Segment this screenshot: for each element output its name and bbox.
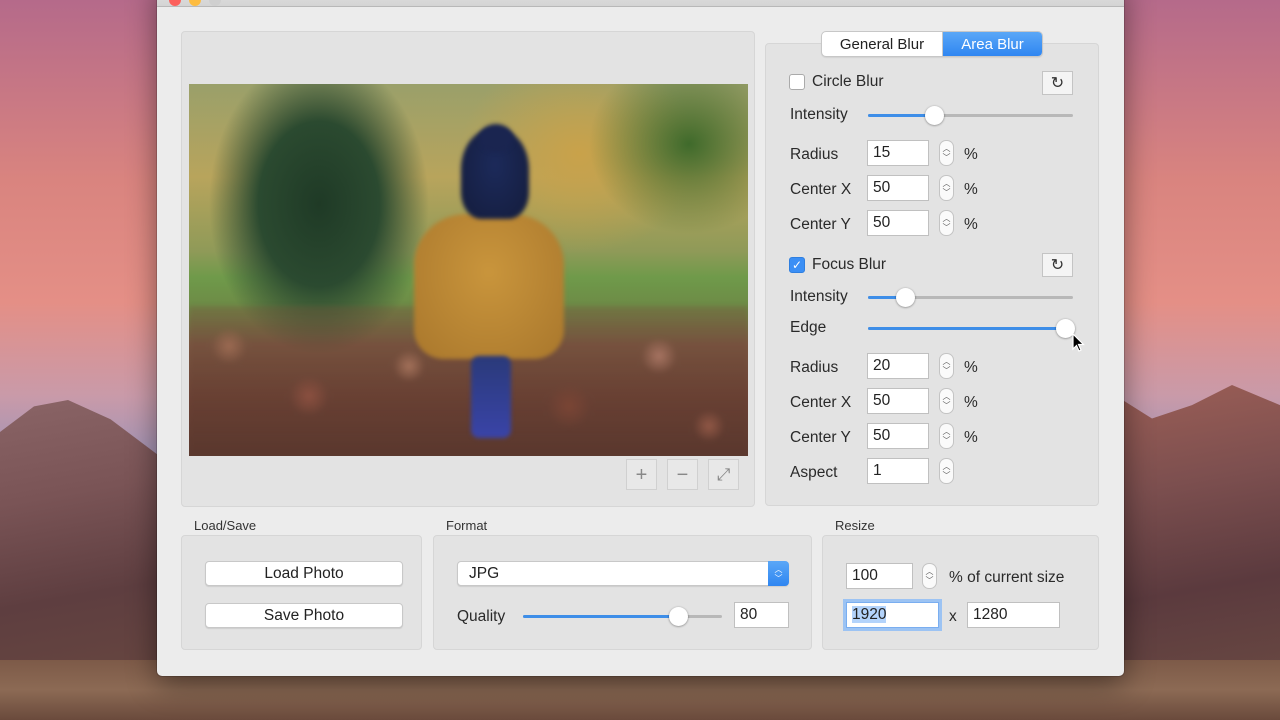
photo-hat-pompom <box>479 124 513 152</box>
resize-width-input[interactable]: 1920 <box>846 602 939 628</box>
focus-radius-stepper[interactable]: ︿ ﹀ <box>939 353 954 379</box>
focus-radius-unit: % <box>964 359 978 376</box>
reset-icon: ↻ <box>1050 257 1065 274</box>
circle-blur-toggle[interactable]: Circle Blur <box>789 73 883 91</box>
circle-radius-input[interactable] <box>867 140 929 166</box>
checkmark-icon: ✓ <box>791 258 803 272</box>
circle-center-x-input[interactable] <box>867 175 929 201</box>
circle-intensity-slider[interactable] <box>868 106 1073 126</box>
reset-icon: ↻ <box>1050 75 1065 92</box>
fit-to-window-button[interactable]: ⤢ <box>708 459 739 490</box>
focus-center-y-unit: % <box>964 429 978 446</box>
zoom-in-button[interactable]: + <box>626 459 657 490</box>
focus-center-x-stepper[interactable]: ︿ ﹀ <box>939 388 954 414</box>
slider-fill <box>868 327 1065 330</box>
circle-blur-checkbox[interactable] <box>789 74 805 90</box>
focus-center-y-label: Center Y <box>790 429 851 446</box>
circle-center-y-unit: % <box>964 216 978 233</box>
save-photo-button[interactable]: Save Photo <box>205 603 403 628</box>
photo-preview[interactable] <box>189 84 748 456</box>
circle-radius-label: Radius <box>790 146 839 163</box>
format-select[interactable]: JPG ︿ ﹀ <box>457 561 789 586</box>
focus-center-x-unit: % <box>964 394 978 411</box>
focus-aspect-stepper[interactable]: ︿ ﹀ <box>939 458 954 484</box>
focus-edge-label: Edge <box>790 319 827 336</box>
circle-blur-reset-button[interactable]: ↻ <box>1042 71 1073 95</box>
slider-fill <box>868 114 934 117</box>
focus-aspect-input[interactable] <box>867 458 929 484</box>
resize-percent-label: % of current size <box>949 569 1065 586</box>
resize-percent-input[interactable] <box>846 563 913 589</box>
minimize-window-button[interactable] <box>189 0 201 6</box>
load-save-panel <box>181 535 422 650</box>
circle-center-y-stepper[interactable]: ︿ ﹀ <box>939 210 954 236</box>
plus-icon: + <box>635 463 648 486</box>
slider-fill <box>523 615 679 618</box>
minus-icon: − <box>676 463 689 486</box>
tab-area-blur[interactable]: Area Blur <box>943 32 1042 56</box>
circle-center-x-label: Center X <box>790 181 852 198</box>
resize-title: Resize <box>835 518 875 533</box>
zoom-out-button[interactable]: − <box>667 459 698 490</box>
focus-radius-label: Radius <box>790 359 839 376</box>
preview-panel: + − ⤢ <box>181 31 755 507</box>
focus-intensity-slider[interactable] <box>868 288 1073 308</box>
format-selected-value: JPG <box>469 565 500 582</box>
focus-blur-reset-button[interactable]: ↻ <box>1042 253 1073 277</box>
circle-radius-unit: % <box>964 146 978 163</box>
focus-radius-input[interactable] <box>867 353 929 379</box>
maximize-window-button[interactable] <box>209 0 221 6</box>
format-panel <box>433 535 812 650</box>
resize-panel <box>822 535 1099 650</box>
focus-blur-toggle[interactable]: ✓ Focus Blur <box>789 256 886 274</box>
format-title: Format <box>446 518 488 533</box>
app-window: + − ⤢ General Blur Area Blur Circle Blur… <box>157 0 1124 676</box>
focus-aspect-label: Aspect <box>790 464 838 481</box>
selected-text: 1920 <box>852 606 887 623</box>
focus-center-y-stepper[interactable]: ︿ ﹀ <box>939 423 954 449</box>
photo-child-coat <box>414 214 564 359</box>
circle-center-x-unit: % <box>964 181 978 198</box>
expand-icon: ⤢ <box>716 465 731 484</box>
popup-arrows-icon: ︿ ﹀ <box>768 561 789 586</box>
focus-blur-label: Focus Blur <box>812 256 887 273</box>
slider-knob[interactable] <box>924 106 944 125</box>
focus-center-x-input[interactable] <box>867 388 929 414</box>
focus-center-y-input[interactable] <box>867 423 929 449</box>
focus-edge-slider[interactable] <box>868 319 1075 339</box>
focus-intensity-label: Intensity <box>790 288 848 305</box>
load-save-title: Load/Save <box>194 518 257 533</box>
resize-times-label: x <box>949 608 957 625</box>
circle-center-y-input[interactable] <box>867 210 929 236</box>
slider-knob[interactable] <box>669 607 689 626</box>
blur-mode-tabs: General Blur Area Blur <box>821 31 1043 57</box>
focus-center-x-label: Center X <box>790 394 852 411</box>
slider-knob[interactable] <box>895 288 915 307</box>
quality-label: Quality <box>457 608 506 625</box>
circle-center-y-label: Center Y <box>790 216 851 233</box>
focus-blur-checkbox[interactable]: ✓ <box>789 257 805 273</box>
photo-child-boots <box>471 356 511 438</box>
circle-blur-label: Circle Blur <box>812 73 884 90</box>
tab-general-blur[interactable]: General Blur <box>822 32 943 56</box>
circle-radius-stepper[interactable]: ︿ ﹀ <box>939 140 954 166</box>
close-window-button[interactable] <box>169 0 181 6</box>
resize-percent-stepper[interactable]: ︿ ﹀ <box>922 563 937 589</box>
mouse-cursor-icon <box>1072 333 1085 352</box>
titlebar <box>157 0 1124 7</box>
circle-center-x-stepper[interactable]: ︿ ﹀ <box>939 175 954 201</box>
circle-intensity-label: Intensity <box>790 106 848 123</box>
quality-slider[interactable] <box>523 607 722 627</box>
load-photo-button[interactable]: Load Photo <box>205 561 403 586</box>
resize-height-input[interactable] <box>967 602 1060 628</box>
quality-input[interactable] <box>734 602 789 628</box>
